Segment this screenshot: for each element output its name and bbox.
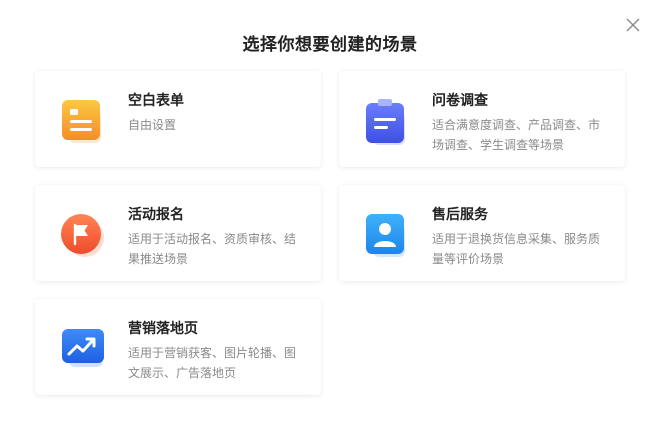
dialog-title: 选择你想要创建的场景 <box>242 35 418 55</box>
card-title: 营销落地页 <box>128 321 198 337</box>
scene-card-event-signup[interactable]: 活动报名 适用于活动报名、资质审核、结果推送场景 <box>35 185 321 281</box>
card-description: 适用于营销获客、图片轮播、图文展示、广告落地页 <box>128 346 297 380</box>
blank-form-icon <box>61 99 101 143</box>
card-title: 活动报名 <box>128 207 184 223</box>
create-scene-dialog: 选择你想要创建的场景 空白表单 自由设置 问卷调查 适合满意度调查、产品调查、市… <box>0 0 660 423</box>
card-description: 适合满意度调查、产品调查、市场调查、学生调查等场景 <box>432 118 601 152</box>
card-title: 空白表单 <box>128 93 184 109</box>
card-description: 自由设置 <box>128 118 177 132</box>
trend-chart-icon <box>61 327 104 367</box>
clipboard-survey-icon <box>365 99 405 145</box>
scene-card-blank-form[interactable]: 空白表单 自由设置 <box>35 71 321 167</box>
flag-icon <box>61 213 104 257</box>
card-description: 适用于退换货信息采集、服务质量等评价场景 <box>432 232 601 266</box>
card-title: 问卷调查 <box>432 93 488 109</box>
scene-card-marketing-landing[interactable]: 营销落地页 适用于营销获客、图片轮播、图文展示、广告落地页 <box>35 299 321 395</box>
card-title: 售后服务 <box>432 207 488 223</box>
scene-card-survey[interactable]: 问卷调查 适合满意度调查、产品调查、市场调查、学生调查等场景 <box>339 71 625 167</box>
card-description: 适用于活动报名、资质审核、结果推送场景 <box>128 232 297 266</box>
scene-card-after-sales[interactable]: 售后服务 适用于退换货信息采集、服务质量等评价场景 <box>339 185 625 281</box>
user-badge-icon <box>365 213 405 257</box>
